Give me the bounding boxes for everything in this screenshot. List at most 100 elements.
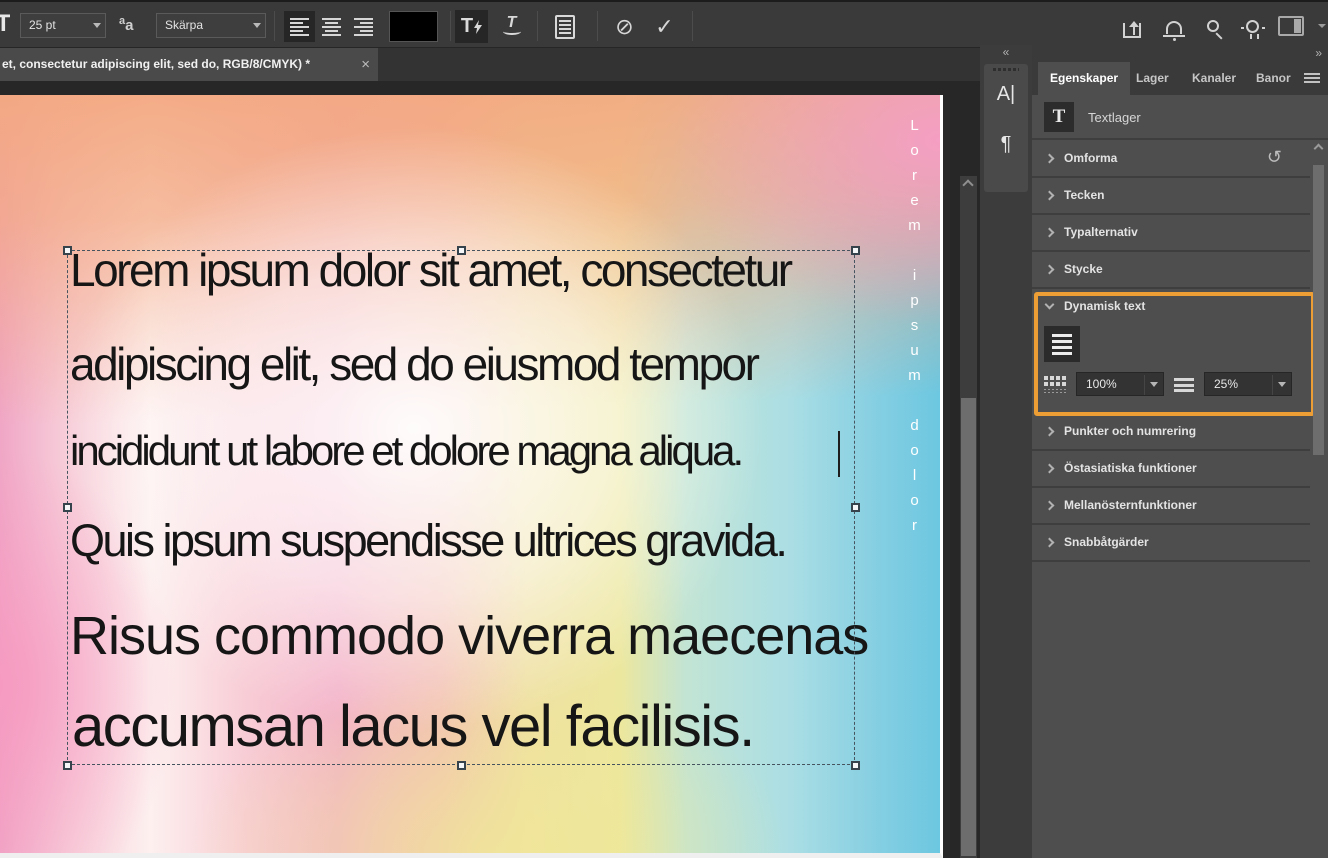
separator [692,11,693,41]
align-left-button[interactable] [284,11,315,42]
leading-percent-dropdown[interactable]: 25% [1204,372,1292,396]
section-label: Östasiatiska funktioner [1064,461,1197,475]
type-tool-icon[interactable]: T [0,10,10,38]
section-typalternativ[interactable]: Typalternativ [1032,215,1310,252]
commit-edits-button[interactable]: ✓ [648,10,681,43]
separator [597,11,598,41]
chevron-right-icon [1044,190,1055,201]
anti-alias-value: Skärpa [165,18,204,32]
panel-menu-icon[interactable] [1304,73,1320,84]
character-panel-icon: A| [996,82,1016,105]
workspace-icon [1278,16,1304,36]
notifications-button[interactable] [1160,12,1188,41]
section-ostasiatiska-funktioner[interactable]: Östasiatiska funktioner [1032,451,1310,488]
text-lines-icon [1052,333,1072,337]
scrollbar-thumb[interactable] [1313,165,1324,455]
paragraph-panel-button[interactable]: ¶ [984,124,1028,164]
tab-lager[interactable]: Lager [1124,62,1181,95]
search-button[interactable] [1199,12,1227,40]
dock-collapse-button[interactable]: « [980,45,1032,62]
transform-handle[interactable] [63,246,72,255]
photoshop-window: T 25 pt aaaa Skärpa T T [0,0,1328,858]
font-size-value: 25 pt [29,18,56,32]
workspace-switcher-button[interactable] [1277,12,1305,40]
cancel-edits-button[interactable]: ⊘ [608,10,641,43]
transform-handle[interactable] [851,761,860,770]
section-tecken[interactable]: Tecken [1032,178,1310,215]
transform-handle[interactable] [63,761,72,770]
chevron-down-icon[interactable] [93,23,101,28]
separator [537,11,538,41]
section-mellanosternfunktioner[interactable]: Mellanösternfunktioner [1032,488,1310,525]
section-snabbatgarder[interactable]: Snabbåtgärder [1032,525,1310,562]
leading-percent-value: 25% [1214,377,1239,391]
transform-handle[interactable] [851,503,860,512]
expand-right-icon[interactable]: » [1315,46,1322,60]
align-right-button[interactable] [348,11,379,42]
align-center-icon [322,17,341,20]
document-tab-strip: et, consectetur adipiscing elit, sed do,… [0,48,980,81]
transform-handle[interactable] [63,503,72,512]
anti-alias-icon: aaaa [119,15,134,34]
section-label: Snabbåtgärder [1064,535,1149,549]
text-layer-icon: T [1044,102,1074,132]
document-vertical-scrollbar[interactable] [960,176,977,858]
tab-egenskaper[interactable]: Egenskaper [1038,62,1131,95]
chevron-down-icon[interactable] [1150,382,1158,387]
dynamisk-text-header[interactable]: Dynamisk text [1032,289,1310,321]
scrollbar-thumb[interactable] [961,398,976,856]
transform-handle[interactable] [457,761,466,770]
properties-panel: » Egenskaper Lager Kanaler Banor T Textl… [1032,45,1328,858]
lightbulb-icon [1240,19,1259,39]
section-stycke[interactable]: Stycke [1032,252,1310,289]
document-tab[interactable]: et, consectetur adipiscing elit, sed do,… [0,48,378,81]
transform-handle[interactable] [457,246,466,255]
text-bounding-box[interactable] [67,250,855,765]
toggle-panels-button[interactable] [548,10,581,43]
chevron-down-icon[interactable] [253,23,261,28]
scroll-up-icon[interactable] [962,179,974,191]
font-size-combobox[interactable]: 25 pt [20,13,106,38]
dock-panel-group: A| ¶ [984,64,1028,192]
separator [450,11,451,41]
align-left-icon [290,17,309,20]
chevron-right-icon [1044,500,1055,511]
anti-alias-combobox[interactable]: Skärpa [156,13,266,38]
dynamic-text-icon: T [460,15,474,37]
warp-text-button[interactable]: T [495,10,528,43]
panel-scrollbar[interactable] [1313,143,1325,858]
scroll-up-icon[interactable] [1313,143,1324,154]
dynamic-text-toggle-button[interactable]: T [455,10,488,43]
bell-icon [1163,20,1185,41]
chevron-right-icon [1044,264,1055,275]
close-icon[interactable]: × [361,48,370,81]
transform-handle[interactable] [851,246,860,255]
text-color-swatch[interactable] [389,11,438,42]
type-options-bar: T 25 pt aaaa Skärpa T T [0,0,1328,48]
section-omforma[interactable]: Omforma ↺ [1032,141,1310,178]
discover-button[interactable] [1238,12,1266,40]
section-label: Punkter och numrering [1064,424,1197,438]
tab-kanaler[interactable]: Kanaler [1180,62,1248,95]
grid-percent-value: 100% [1086,377,1117,391]
align-center-button[interactable] [316,11,347,42]
leading-lines-icon [1174,378,1194,392]
layer-type-row: T Textlager [1032,95,1328,140]
vertical-text[interactable]: Lorem ipsum dolor [906,117,923,542]
workspace-menu-caret[interactable] [1308,12,1328,40]
grid-percent-dropdown[interactable]: 100% [1076,372,1164,396]
section-label: Mellanösternfunktioner [1064,498,1197,512]
section-punkter-och-numrering[interactable]: Punkter och numrering [1032,414,1310,451]
canvas[interactable]: Lorem ipsum dolor sit amet, consectetur … [0,95,943,858]
character-panel-button[interactable]: A| [984,74,1028,114]
tab-banor[interactable]: Banor [1244,62,1303,95]
align-right-icon [354,17,373,20]
chevron-right-icon [1044,426,1055,437]
chevron-right-icon [1044,153,1055,164]
reset-icon[interactable]: ↺ [1267,147,1282,168]
section-dynamisk-text: Dynamisk text 100% 25% [1032,289,1310,414]
share-button[interactable] [1118,12,1146,40]
chevron-down-icon[interactable] [1278,382,1286,387]
dynamic-text-style-button[interactable] [1044,326,1080,362]
layer-type-label: Textlager [1088,110,1141,125]
